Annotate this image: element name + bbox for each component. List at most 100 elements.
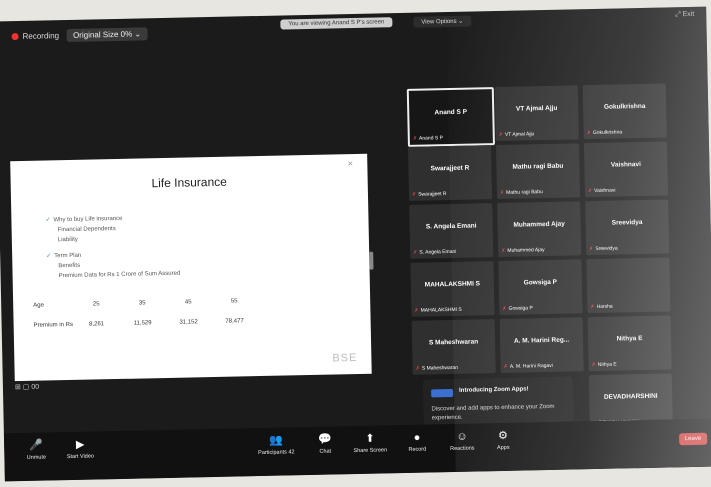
unmute-button[interactable]: 🎤 Unmute — [18, 438, 54, 461]
slide-sub-bullet: Financial Dependents — [57, 226, 116, 234]
table-cell: 25 — [92, 301, 100, 308]
record-button[interactable]: ● Record — [400, 430, 434, 453]
participant-label: ✗ Vaishnavi — [587, 187, 616, 195]
table-cell: 55 — [230, 298, 238, 305]
muted-microphone-icon: ✗ — [586, 130, 591, 137]
muted-microphone-icon: ✗ — [502, 305, 507, 312]
participant-tile[interactable]: Muhammed Ajay ✗ Muhammed Ajay — [497, 201, 582, 258]
participant-name: MAHALAKSHMI S — [424, 280, 481, 289]
participant-label: ✗ VT Ajmal Ajju — [498, 131, 535, 138]
table-cell: 78,477 — [225, 318, 244, 325]
reactions-button[interactable]: ☺ Reactions — [442, 429, 482, 452]
video-camera-icon: ▶ — [75, 438, 85, 451]
recording-indicator-icon — [11, 32, 19, 40]
participant-tile[interactable]: ✗ Harsha — [586, 257, 671, 314]
muted-microphone-icon: ✗ — [413, 249, 418, 256]
muted-microphone-icon: ✗ — [498, 131, 504, 138]
table-cell: 45 — [184, 299, 192, 306]
panel-resize-handle[interactable] — [369, 251, 374, 270]
start-video-button[interactable]: ▶ Start Video — [60, 437, 100, 460]
participant-tile[interactable]: S Maheshwaran ✗ S Maheshwaran — [411, 319, 496, 375]
slide-sub-bullet: Premium Data for Rs 1 Crore of Sum Assur… — [58, 270, 181, 280]
participant-tile[interactable]: Sreevidya ✗ Sreevidya — [585, 199, 670, 256]
zoom-meeting-window: Recording Original Size 0% ⌄ You are vie… — [0, 6, 711, 482]
participants-button[interactable]: 👥 Participants 42 — [252, 433, 300, 457]
participant-name: Gokulkrishna — [603, 102, 646, 111]
record-icon: ● — [413, 431, 421, 444]
muted-microphone-icon: ✗ — [590, 304, 595, 311]
table-cell: Age — [33, 302, 44, 309]
share-screen-button[interactable]: ⬆ Share Screen — [348, 431, 392, 454]
participant-name: A. M. Harini Reg... — [513, 336, 570, 345]
meeting-toolbar: 🎤 Unmute ▶ Start Video 👥 Participants 42 💬 C… — [3, 418, 711, 482]
premium-table-header: Age 25 35 45 55 — [33, 297, 293, 308]
table-cell: 8,261 — [89, 321, 105, 328]
participant-name: DEVADHARSHINI — [603, 392, 658, 401]
check-icon: ✓ — [45, 217, 51, 224]
participant-tile[interactable]: MAHALAKSHMI S ✗ MAHALAKSHMI S — [410, 261, 495, 317]
table-cell: 31,152 — [179, 319, 198, 326]
participant-label: ✗ Muhammed Ajay — [501, 247, 545, 254]
participant-name: S Maheshwaran — [428, 338, 479, 347]
slide-bullet: ✓ Term Plan — [46, 252, 82, 260]
share-status-bar: ⊞ ▢ 00 — [14, 383, 40, 392]
leave-meeting-button[interactable]: Leave — [678, 432, 708, 446]
participant-tile[interactable]: Gowsiga P ✗ Gowsiga P — [498, 259, 583, 315]
chat-icon: 💬 — [318, 433, 333, 446]
slide-title: Life Insurance — [151, 174, 228, 191]
participant-label: ✗ Gowsiga P — [502, 305, 533, 312]
muted-microphone-icon: ✗ — [414, 307, 419, 314]
participant-label: ✗ Sreevidya — [589, 245, 618, 253]
muted-microphone-icon: ✗ — [589, 246, 594, 253]
participant-label: ✗ Swarajjeet R — [411, 191, 447, 198]
participant-name: Gowsiga P — [523, 278, 558, 287]
participant-label: ✗ S. Angela Emani — [413, 248, 457, 256]
check-icon: ✓ — [46, 253, 52, 260]
shared-screen: ✕ Life Insurance ✓ Why to buy Life insura… — [10, 153, 372, 382]
participant-name: Muhammed Ajay — [513, 220, 565, 229]
apps-icon — [431, 388, 454, 398]
participant-name: Sreevidya — [611, 218, 643, 227]
slide-sub-bullet: Liability — [57, 236, 78, 244]
participant-name: Nithya E — [616, 335, 643, 343]
reactions-icon: ☺ — [456, 430, 468, 443]
participant-tile[interactable]: Anand S P ✗ Anand S P — [406, 87, 495, 147]
muted-microphone-icon: ✗ — [501, 247, 506, 254]
participant-tile[interactable]: A. M. Harini Reg... ✗ A. M. Harini Ragavi — [499, 317, 584, 373]
share-screen-icon: ⬆ — [365, 432, 375, 445]
participant-tile[interactable]: Nithya E ✗ Nithya E — [587, 315, 672, 372]
apps-button[interactable]: ⚙ Apps — [488, 429, 518, 452]
participant-tile[interactable]: Swarajjeet R ✗ Swarajjeet R — [407, 145, 493, 201]
participants-icon: 👥 — [269, 434, 284, 447]
participant-tile[interactable]: S. Angela Emani ✗ S. Angela Emani — [409, 203, 494, 259]
premium-table-row: Premium in Rs 8,261 11,529 31,152 78,477 — [34, 317, 294, 328]
table-cell: Premium in Rs — [33, 321, 74, 329]
participant-tile[interactable]: Mathu ragi Babu ✗ Mathu ragi Babu — [495, 143, 581, 200]
slide-bullet: ✓ Why to buy Life insurance — [45, 215, 123, 224]
participant-tile[interactable]: VT Ajmal Ajju ✗ VT Ajmal Ajju — [494, 85, 579, 142]
participant-tile[interactable]: Vaishnavi ✗ Vaishnavi — [583, 141, 669, 198]
recording-label: Recording — [22, 30, 60, 41]
bse-logo: BSE — [332, 351, 358, 365]
muted-microphone-icon: ✗ — [587, 188, 593, 195]
participant-name — [587, 276, 670, 278]
participant-tile[interactable]: Gokulkrishna ✗ Gokulkrishna — [582, 83, 667, 140]
microphone-icon: 🎤 — [29, 439, 44, 452]
participant-label: ✗ Mathu ragi Babu — [499, 189, 543, 196]
view-options-button[interactable]: View Options ⌄ — [413, 15, 472, 28]
muted-microphone-icon: ✗ — [415, 365, 420, 372]
participant-label: ✗ Nithya E — [591, 361, 617, 369]
participant-label: ✗ Anand S P — [412, 135, 443, 142]
participant-name: Vaishnavi — [610, 161, 641, 169]
apps-popup-title: Introducing Zoom Apps! — [459, 386, 529, 394]
chat-button[interactable]: 💬 Chat — [310, 432, 340, 455]
slide-sub-bullet: Benefits — [58, 262, 81, 270]
exit-fullscreen-button[interactable]: ⤢ Exit — [675, 11, 694, 19]
participant-name: S. Angela Emani — [425, 222, 477, 231]
participant-name: VT Ajmal Ajju — [515, 104, 558, 113]
view-size-dropdown[interactable]: Original Size 0% ⌄ — [66, 26, 148, 42]
participant-label: ✗ Harsha — [590, 303, 613, 311]
participant-label: ✗ MAHALAKSHMI S — [414, 306, 462, 314]
apps-grid-icon: ⚙ — [497, 429, 509, 443]
table-cell: 35 — [138, 300, 146, 307]
